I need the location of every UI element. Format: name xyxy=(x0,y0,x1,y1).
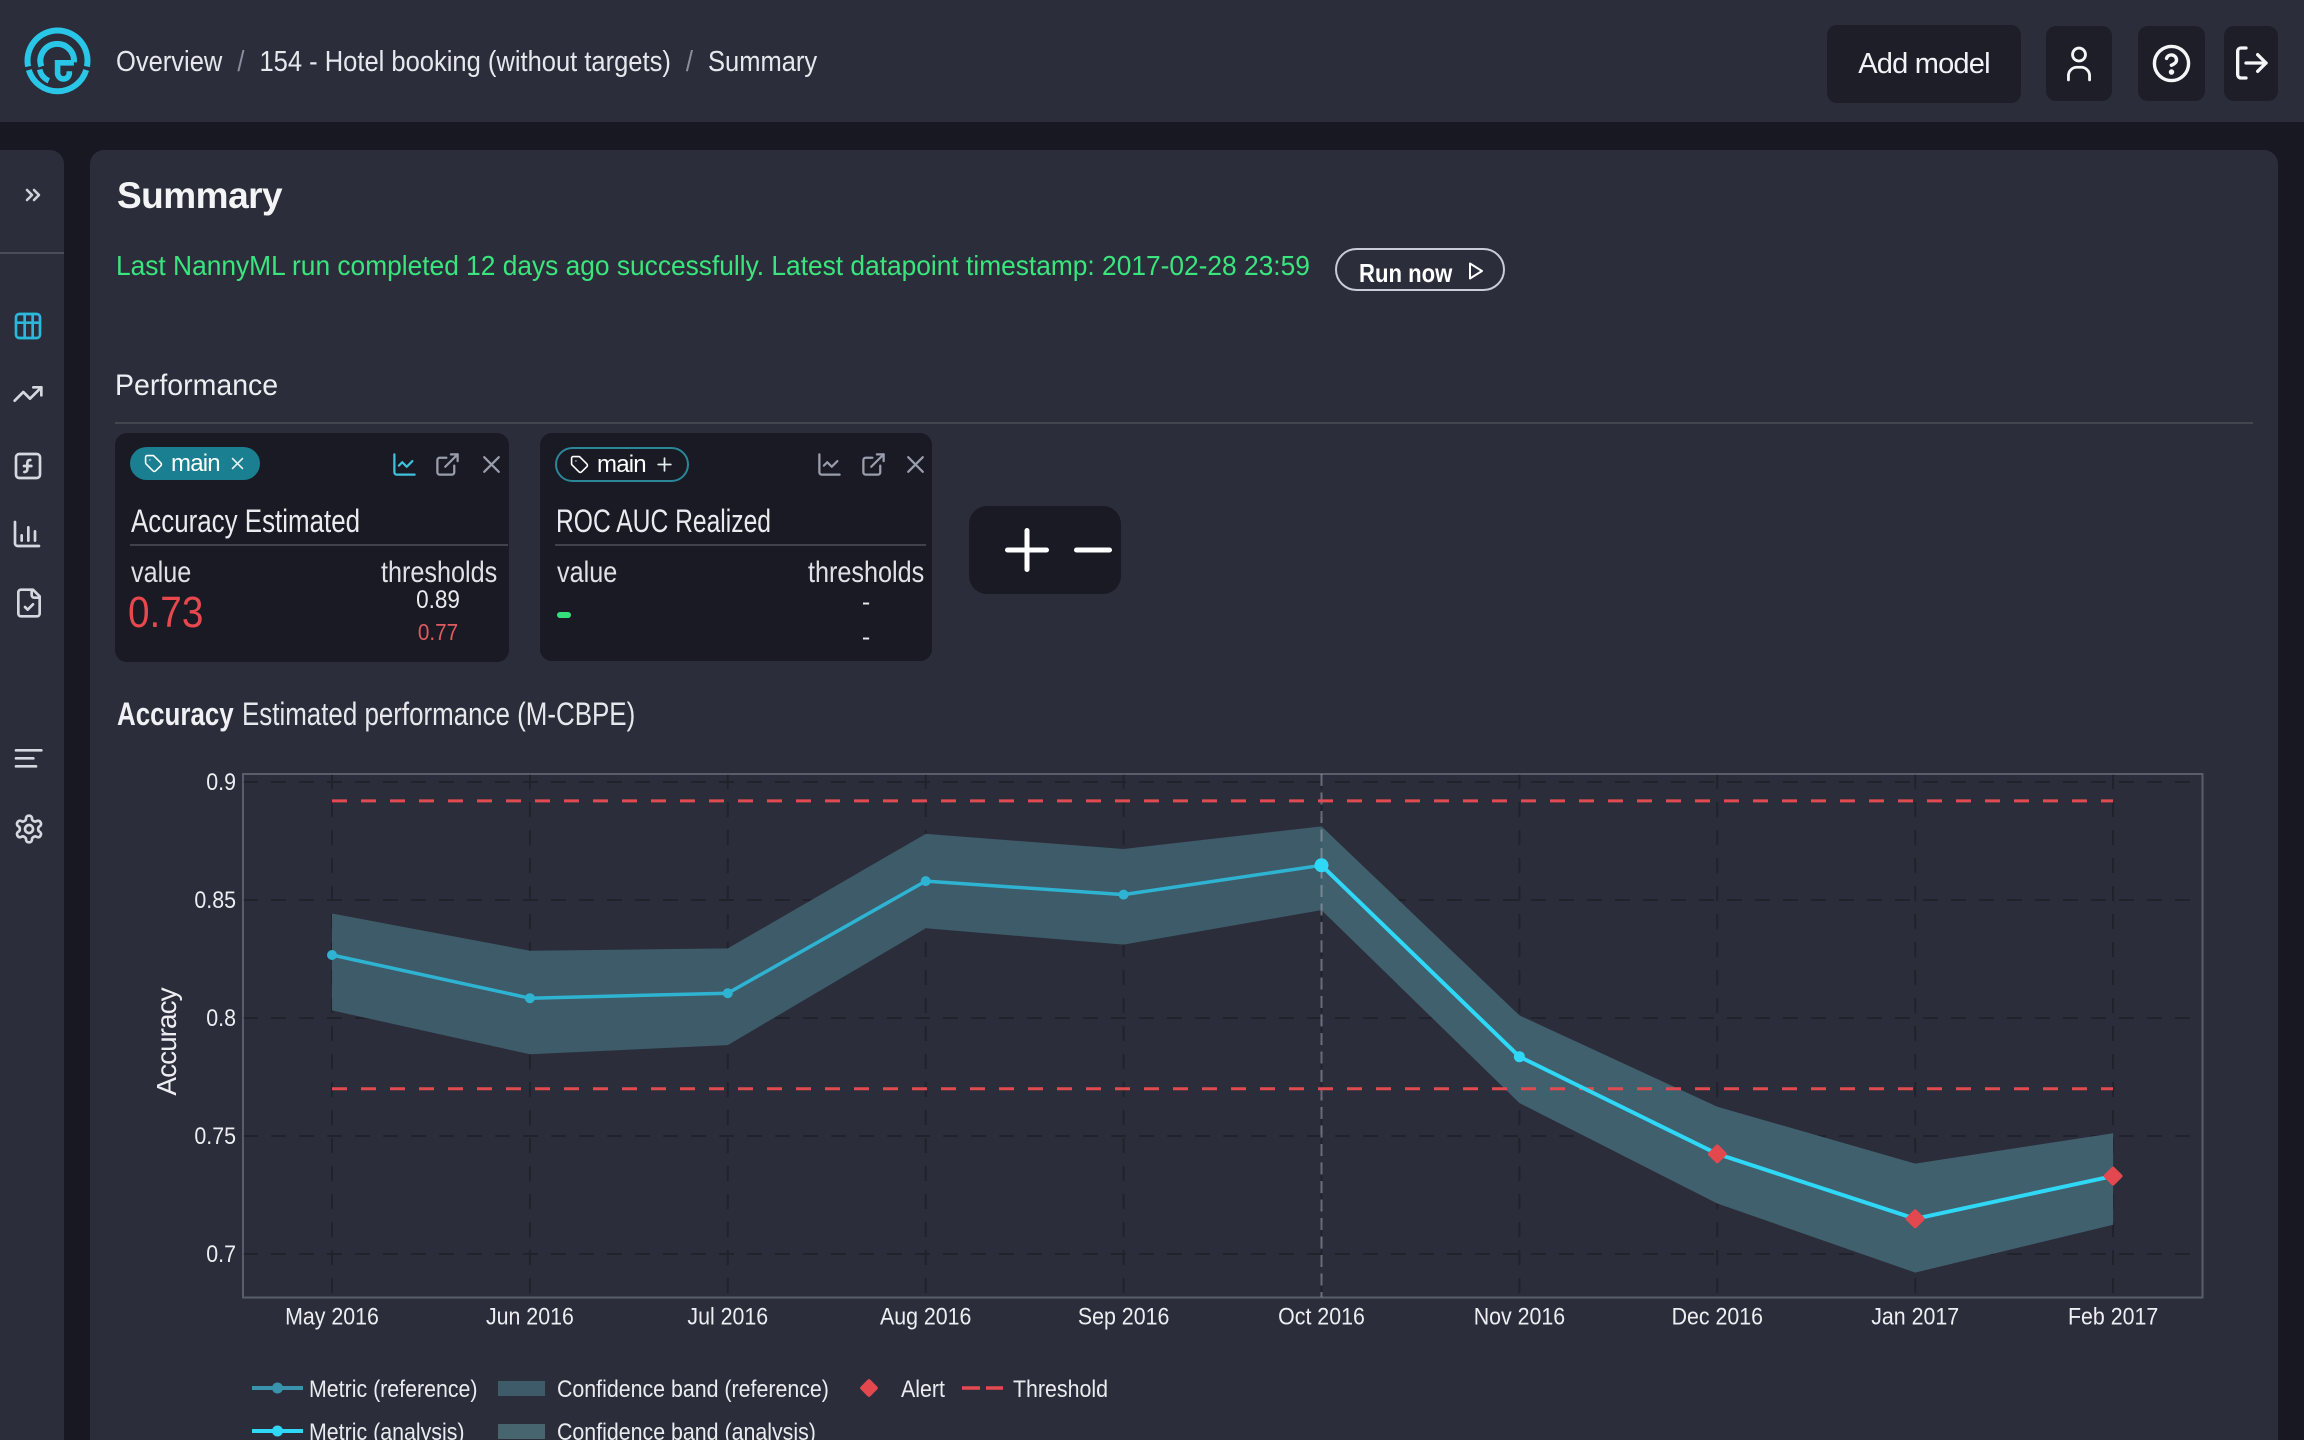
svg-text:Metric (analysis): Metric (analysis) xyxy=(309,1419,465,1440)
svg-text:Dec 2016: Dec 2016 xyxy=(1672,1304,1763,1331)
svg-text:Oct 2016: Oct 2016 xyxy=(1278,1304,1365,1331)
svg-text:Confidence band (reference): Confidence band (reference) xyxy=(557,1376,829,1403)
svg-text:0.7: 0.7 xyxy=(206,1241,236,1268)
svg-text:0.9: 0.9 xyxy=(206,769,236,796)
svg-text:Jun 2016: Jun 2016 xyxy=(486,1304,574,1331)
svg-text:Threshold: Threshold xyxy=(1013,1376,1108,1403)
svg-text:Sep 2016: Sep 2016 xyxy=(1078,1304,1170,1331)
svg-text:Alert: Alert xyxy=(901,1376,945,1403)
svg-text:Nov 2016: Nov 2016 xyxy=(1474,1304,1565,1331)
svg-text:Metric (reference): Metric (reference) xyxy=(309,1376,478,1403)
svg-text:0.8: 0.8 xyxy=(206,1005,236,1032)
svg-text:Confidence band (analysis): Confidence band (analysis) xyxy=(557,1419,816,1440)
svg-text:Aug 2016: Aug 2016 xyxy=(880,1304,972,1331)
svg-text:Feb 2017: Feb 2017 xyxy=(2068,1304,2158,1331)
svg-text:Accuracy: Accuracy xyxy=(151,987,182,1095)
svg-text:0.75: 0.75 xyxy=(194,1123,236,1150)
svg-text:Jan 2017: Jan 2017 xyxy=(1871,1304,1959,1331)
svg-text:May 2016: May 2016 xyxy=(285,1304,379,1331)
svg-text:Jul 2016: Jul 2016 xyxy=(687,1304,768,1331)
svg-text:0.85: 0.85 xyxy=(194,887,236,914)
